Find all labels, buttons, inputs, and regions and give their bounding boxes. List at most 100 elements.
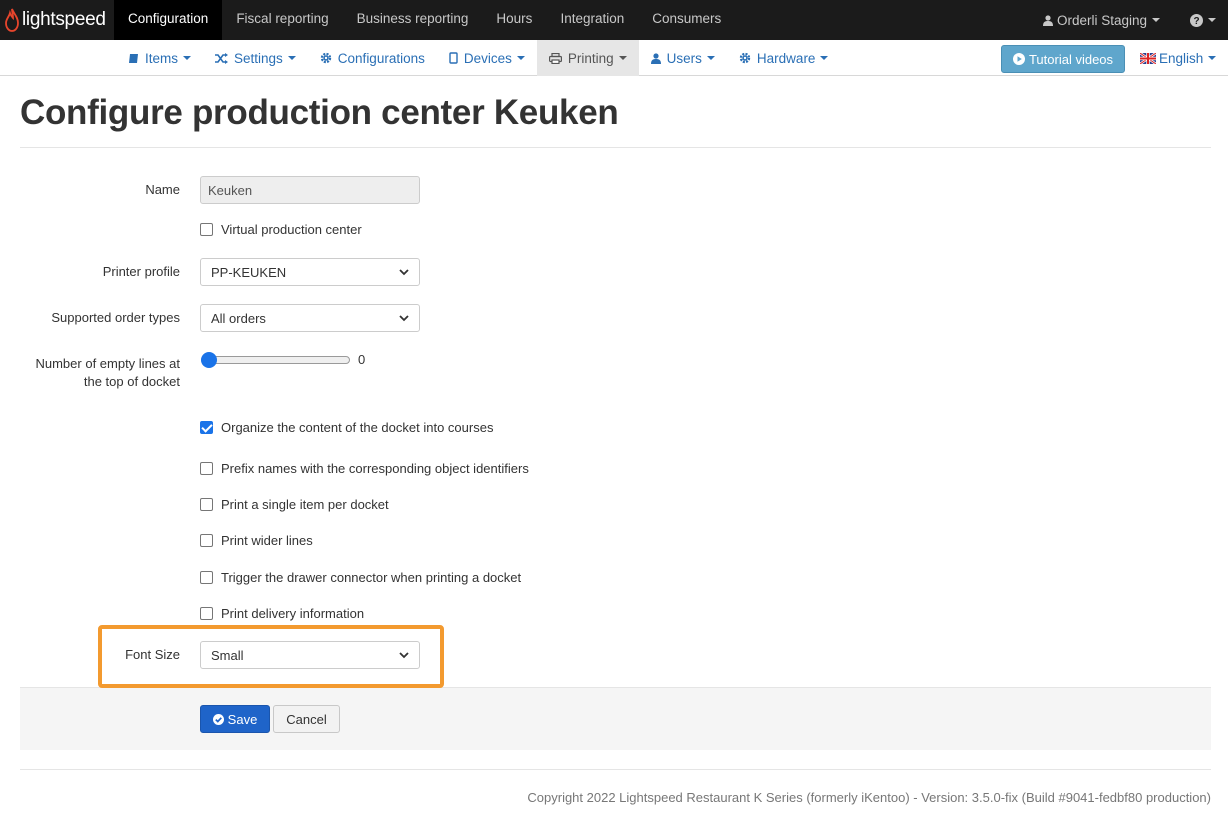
play-circle-icon [1012, 53, 1025, 65]
language-label: English [1159, 50, 1204, 66]
chevron-down-icon [618, 56, 627, 60]
main-nav: Configuration Fiscal reporting Business … [114, 0, 735, 40]
subnav-settings-label: Settings [234, 50, 283, 66]
subnav-hardware[interactable]: Hardware [727, 40, 841, 76]
form-actions [20, 687, 1211, 750]
order-types-value: All orders [211, 310, 266, 326]
account-menu[interactable]: Orderli Staging [1042, 12, 1160, 28]
single-item-checkbox[interactable] [200, 498, 213, 511]
tutorial-videos-label: Tutorial videos [1028, 51, 1114, 67]
highlight-box [98, 625, 444, 688]
empty-lines-slider[interactable] [201, 352, 351, 368]
subnav-printing[interactable]: Printing [536, 40, 639, 76]
chevron-down-icon [1152, 18, 1160, 22]
topnav-fiscal-reporting[interactable]: Fiscal reporting [222, 0, 342, 40]
option-wider-lines[interactable]: Print wider lines [200, 533, 313, 548]
topnav-hours[interactable]: Hours [482, 0, 546, 40]
option-organize-courses[interactable]: Organize the content of the docket into … [200, 420, 493, 435]
name-label: Name [145, 182, 180, 197]
question-circle-icon: ? [1190, 13, 1203, 27]
subnav-printing-label: Printing [567, 50, 614, 66]
name-field[interactable] [200, 176, 420, 204]
option-single-item[interactable]: Print a single item per docket [200, 497, 389, 512]
footer-copyright: Copyright 2022 Lightspeed Restaurant K S… [527, 790, 1211, 805]
user-icon [1042, 14, 1053, 26]
divider [20, 769, 1211, 770]
option-drawer-connector[interactable]: Trigger the drawer connector when printi… [200, 570, 521, 585]
subnav-items-label: Items [145, 50, 179, 66]
empty-lines-value: 0 [358, 352, 366, 367]
sub-navbar: Items Settings Configurations Devices Pr… [0, 40, 1228, 76]
chevron-down-icon [399, 268, 409, 275]
language-selector[interactable]: English [1140, 40, 1217, 76]
topnav-integration[interactable]: Integration [546, 0, 638, 40]
subnav-devices-label: Devices [463, 50, 512, 66]
user-icon [650, 52, 661, 64]
subnav-hardware-label: Hardware [756, 50, 816, 66]
option-prefix-names[interactable]: Prefix names with the corresponding obje… [200, 461, 529, 476]
slider-thumb[interactable] [201, 352, 217, 368]
save-label: Save [227, 711, 258, 727]
tutorial-videos-button[interactable]: Tutorial videos [1001, 45, 1125, 73]
empty-lines-label-line1: Number of empty lines at [35, 356, 180, 371]
chevron-down-icon [1208, 56, 1217, 60]
delivery-info-checkbox[interactable] [200, 607, 213, 620]
shuffle-icon [215, 52, 229, 64]
printer-icon [548, 52, 562, 64]
virtual-production-center-option[interactable]: Virtual production center [200, 222, 362, 237]
cancel-button[interactable]: Cancel [273, 705, 340, 733]
wider-lines-label: Print wider lines [221, 533, 313, 548]
gear-icon [320, 52, 331, 64]
chevron-down-icon [516, 56, 525, 60]
subnav-configurations-label: Configurations [337, 50, 425, 66]
help-menu[interactable]: ? [1190, 13, 1216, 27]
chevron-down-icon [399, 314, 409, 321]
subnav-items[interactable]: Items [116, 40, 203, 76]
option-delivery-info[interactable]: Print delivery information [200, 606, 364, 621]
organize-courses-checkbox[interactable] [200, 421, 213, 434]
wider-lines-checkbox[interactable] [200, 534, 213, 547]
drawer-connector-checkbox[interactable] [200, 571, 213, 584]
chevron-down-icon [287, 56, 296, 60]
tablet-icon [449, 52, 458, 64]
virtual-production-center-checkbox[interactable] [200, 223, 213, 236]
uk-flag-icon [1140, 52, 1156, 64]
printer-profile-label: Printer profile [102, 264, 180, 279]
prefix-names-label: Prefix names with the corresponding obje… [221, 461, 529, 476]
chevron-down-icon [706, 56, 715, 60]
topnav-configuration[interactable]: Configuration [114, 0, 223, 40]
slider-track [201, 356, 350, 364]
save-button[interactable]: Save [200, 705, 270, 733]
prefix-names-checkbox[interactable] [200, 462, 213, 475]
order-types-label: Supported order types [51, 310, 180, 325]
subnav-settings[interactable]: Settings [203, 40, 308, 76]
flame-icon [5, 8, 19, 32]
config-nav: Items Settings Configurations Devices Pr… [116, 40, 840, 76]
brand-name: lightspeed [22, 9, 106, 30]
subnav-users[interactable]: Users [639, 40, 727, 76]
topnav-business-reporting[interactable]: Business reporting [343, 0, 483, 40]
brand-logo[interactable]: lightspeed [4, 6, 106, 34]
svg-text:?: ? [1193, 16, 1199, 27]
divider [20, 147, 1211, 148]
delivery-info-label: Print delivery information [221, 606, 365, 621]
check-circle-icon [212, 713, 224, 725]
single-item-label: Print a single item per docket [221, 497, 389, 512]
book-icon [129, 53, 138, 63]
order-types-select[interactable]: All orders [200, 304, 420, 332]
virtual-production-center-label: Virtual production center [221, 222, 362, 237]
organize-courses-label: Organize the content of the docket into … [221, 420, 494, 435]
subnav-users-label: Users [666, 50, 702, 66]
gear-icon [739, 52, 751, 64]
printer-profile-select[interactable]: PP-KEUKEN [200, 258, 420, 286]
page-title: Configure production center Keuken [20, 93, 619, 132]
subnav-configurations[interactable]: Configurations [308, 40, 437, 76]
top-navbar: lightspeed Configuration Fiscal reportin… [0, 0, 1228, 40]
account-label: Orderli Staging [1056, 12, 1147, 28]
chevron-down-icon [1208, 18, 1216, 22]
topnav-consumers[interactable]: Consumers [638, 0, 735, 40]
drawer-connector-label: Trigger the drawer connector when printi… [221, 570, 522, 585]
subnav-devices[interactable]: Devices [437, 40, 537, 76]
empty-lines-label-line2: the top of docket [83, 374, 180, 389]
printer-profile-value: PP-KEUKEN [211, 264, 287, 280]
